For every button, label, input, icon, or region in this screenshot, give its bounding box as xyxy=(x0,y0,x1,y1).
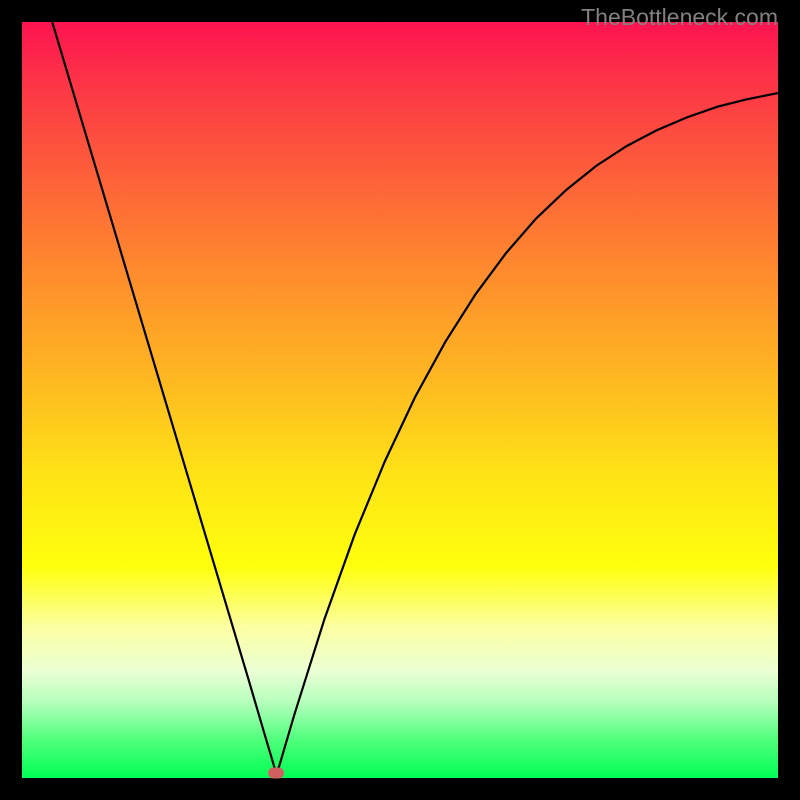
minimum-marker xyxy=(268,767,284,778)
chart-container: TheBottleneck.com xyxy=(0,0,800,800)
bottleneck-curve-path xyxy=(52,22,778,773)
plot-area xyxy=(22,22,778,778)
curve-svg xyxy=(22,22,778,778)
attribution-text: TheBottleneck.com xyxy=(581,4,778,31)
